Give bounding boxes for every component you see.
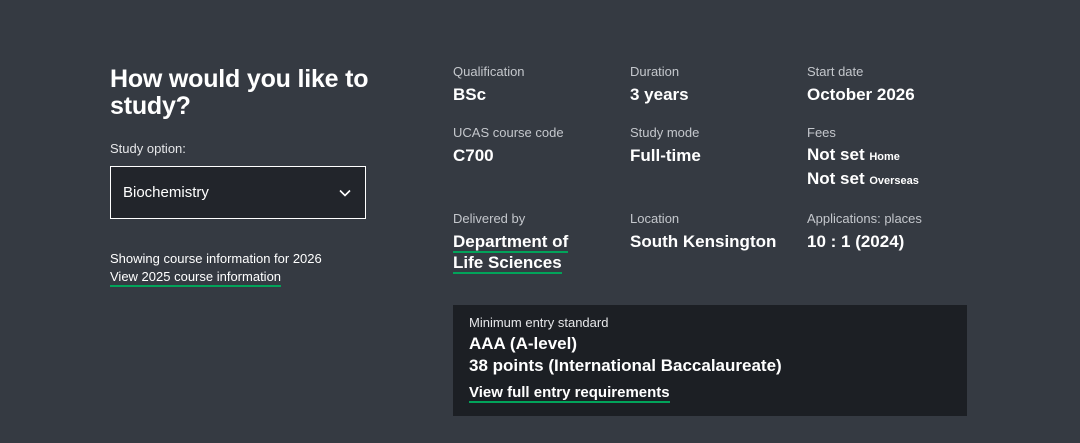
ucas-code-cell: UCAS course code C700 — [453, 125, 628, 166]
start-date-value: October 2026 — [807, 85, 915, 104]
duration-value: 3 years — [630, 85, 689, 104]
study-mode-cell: Study mode Full-time — [630, 125, 805, 166]
fees-home-suffix: Home — [869, 151, 900, 163]
location-cell: Location South Kensington — [630, 211, 805, 252]
view-2025-link[interactable]: View 2025 course information — [110, 269, 282, 287]
delivered-by-label: Delivered by — [453, 211, 526, 226]
study-option-select[interactable]: Biochemistry — [110, 166, 366, 219]
fees-home-value: Not set — [807, 145, 865, 164]
fees-cell: Fees Not set Home Not set Overseas — [807, 125, 982, 192]
entry-ib: 38 points (International Baccalaureate) — [469, 356, 782, 375]
qualification-label: Qualification — [453, 64, 525, 79]
location-label: Location — [630, 211, 680, 226]
duration-cell: Duration 3 years — [630, 64, 805, 105]
applications-value: 10 : 1 (2024) — [807, 232, 905, 251]
duration-label: Duration — [630, 64, 680, 79]
fees-label: Fees — [807, 125, 836, 140]
fees-home: Not set Home — [807, 144, 982, 168]
study-mode-label: Study mode — [630, 125, 700, 140]
fees-overseas-suffix: Overseas — [869, 175, 919, 187]
ucas-code-label: UCAS course code — [453, 125, 564, 140]
view-entry-requirements-link[interactable]: View full entry requirements — [469, 384, 670, 403]
entry-standard-label: Minimum entry standard — [469, 315, 609, 330]
start-date-cell: Start date October 2026 — [807, 64, 982, 105]
department-link-line2: Life Sciences — [453, 253, 562, 274]
ucas-code-value: C700 — [453, 146, 494, 165]
delivered-by-cell: Delivered by Department of Life Sciences — [453, 211, 628, 274]
entry-standard-box: Minimum entry standard AAA (A-level) 38 … — [453, 305, 967, 416]
study-mode-value: Full-time — [630, 146, 701, 165]
start-date-label: Start date — [807, 64, 864, 79]
department-link[interactable]: Department of Life Sciences — [453, 231, 628, 274]
qualification-value: BSc — [453, 85, 487, 104]
study-option-label: Study option: — [110, 141, 186, 156]
fees-overseas: Not set Overseas — [807, 168, 982, 192]
chevron-down-icon — [338, 186, 352, 200]
entry-a-level: AAA (A-level) — [469, 334, 577, 353]
location-value: South Kensington — [630, 232, 777, 251]
fees-overseas-value: Not set — [807, 169, 865, 188]
qualification-cell: Qualification BSc — [453, 64, 628, 105]
page-title: How would you like to study? — [110, 65, 369, 120]
applications-cell: Applications: places 10 : 1 (2024) — [807, 211, 982, 252]
study-option-selected: Biochemistry — [123, 184, 209, 201]
applications-label: Applications: places — [807, 211, 922, 226]
showing-year-text: Showing course information for 2026 — [110, 251, 322, 266]
department-link-line1: Department of — [453, 232, 569, 253]
study-option-panel: How would you like to study? Study optio… — [110, 66, 390, 287]
